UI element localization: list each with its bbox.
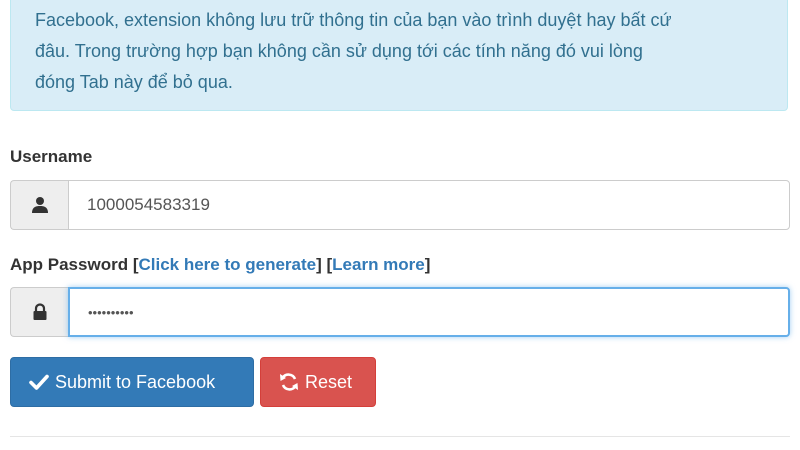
divider (10, 436, 790, 437)
reset-button[interactable]: Reset (260, 357, 376, 407)
info-line-3: đóng Tab này để bỏ qua. (35, 72, 233, 92)
app-password-text: App Password (10, 255, 129, 274)
facebook-login-form: Facebook, extension không lưu trữ thông … (0, 0, 800, 450)
bracket-close: ] (424, 255, 431, 274)
submit-to-facebook-button[interactable]: Submit to Facebook (10, 357, 254, 407)
user-icon (10, 180, 68, 230)
app-password-label: App Password [Click here to generate] [L… (10, 255, 430, 275)
bracket-open: [ (128, 255, 139, 274)
learn-more-link[interactable]: Learn more (332, 255, 425, 274)
app-password-field[interactable] (68, 287, 790, 337)
bracket-mid: ] [ (316, 255, 333, 274)
lock-icon (10, 287, 68, 337)
submit-button-label: Submit to Facebook (55, 371, 216, 392)
refresh-icon (280, 373, 298, 391)
check-icon (29, 374, 49, 390)
password-input-group (10, 287, 790, 337)
info-alert: Facebook, extension không lưu trữ thông … (10, 0, 788, 111)
username-field[interactable] (68, 180, 790, 230)
username-input-group (10, 180, 790, 230)
reset-button-label: Reset (305, 371, 353, 392)
info-line-2: đâu. Trong trường hợp bạn không cần sử d… (35, 41, 643, 61)
generate-password-link[interactable]: Click here to generate (138, 255, 316, 274)
username-label: Username (10, 147, 93, 166)
info-line-1: Facebook, extension không lưu trữ thông … (35, 10, 672, 30)
